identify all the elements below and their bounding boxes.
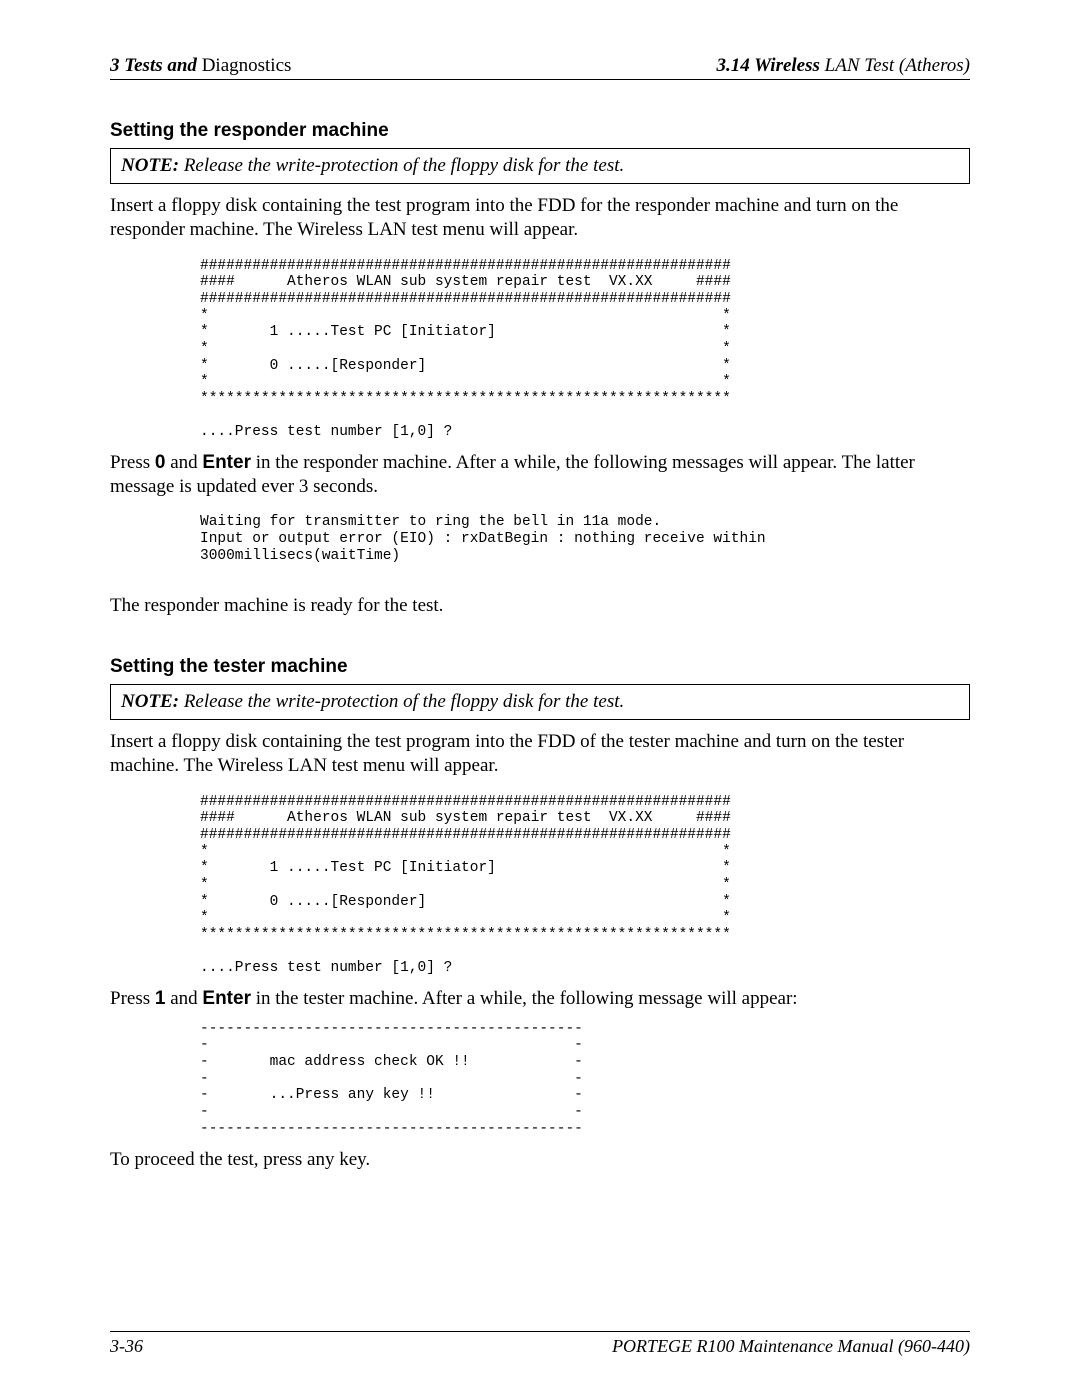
header-chapter-num: 3 xyxy=(110,55,120,76)
tester-intro-para: Insert a floppy disk containing the test… xyxy=(110,730,970,778)
tester-menu-terminal: ########################################… xyxy=(200,794,970,977)
note-box-responder: NOTE: Release the write-protection of th… xyxy=(110,148,970,184)
tester-mac-terminal: ----------------------------------------… xyxy=(200,1021,970,1138)
header-section-title-bold: Wireless xyxy=(750,55,820,76)
proceed-para: To proceed the test, press any key. xyxy=(110,1148,970,1172)
txt: in the tester machine. After a while, th… xyxy=(251,988,798,1009)
key-one: 1 xyxy=(155,988,166,1009)
footer-page-number: 3-36 xyxy=(110,1336,143,1357)
header-right: 3.14 Wireless LAN Test (Atheros) xyxy=(716,55,970,77)
page-footer: 3-36 PORTEGE R100 Maintenance Manual (96… xyxy=(110,1331,970,1357)
responder-press-para: Press 0 and Enter in the responder machi… xyxy=(110,451,970,499)
note-body: Release the write-protection of the flop… xyxy=(179,691,624,712)
responder-wait-terminal: Waiting for transmitter to ring the bell… xyxy=(200,514,970,564)
txt: and xyxy=(165,452,202,473)
responder-menu-terminal: ########################################… xyxy=(200,258,970,441)
responder-ready-para: The responder machine is ready for the t… xyxy=(110,594,970,618)
footer-manual-title: PORTEGE R100 Maintenance Manual (960-440… xyxy=(612,1336,970,1357)
note-box-tester: NOTE: Release the write-protection of th… xyxy=(110,684,970,720)
tester-press-para: Press 1 and Enter in the tester machine.… xyxy=(110,987,970,1011)
page-header: 3 Tests and Diagnostics 3.14 Wireless LA… xyxy=(110,55,970,80)
key-enter: Enter xyxy=(202,452,251,473)
header-left: 3 Tests and Diagnostics xyxy=(110,55,291,77)
txt: and xyxy=(165,988,202,1009)
header-chapter-title-rest: Diagnostics xyxy=(197,55,291,76)
note-body: Release the write-protection of the flop… xyxy=(179,155,624,176)
header-section-num: 3.14 xyxy=(716,55,749,76)
header-chapter-title-bold: Tests and xyxy=(124,55,197,76)
note-label: NOTE: xyxy=(121,155,179,176)
key-enter: Enter xyxy=(202,988,251,1009)
note-label: NOTE: xyxy=(121,691,179,712)
txt: Press xyxy=(110,452,155,473)
header-section-title-rest: LAN Test (Atheros) xyxy=(820,55,970,76)
heading-responder: Setting the responder machine xyxy=(110,120,970,142)
responder-intro-para: Insert a floppy disk containing the test… xyxy=(110,194,970,242)
txt: Press xyxy=(110,988,155,1009)
heading-tester: Setting the tester machine xyxy=(110,656,970,678)
key-zero: 0 xyxy=(155,452,166,473)
